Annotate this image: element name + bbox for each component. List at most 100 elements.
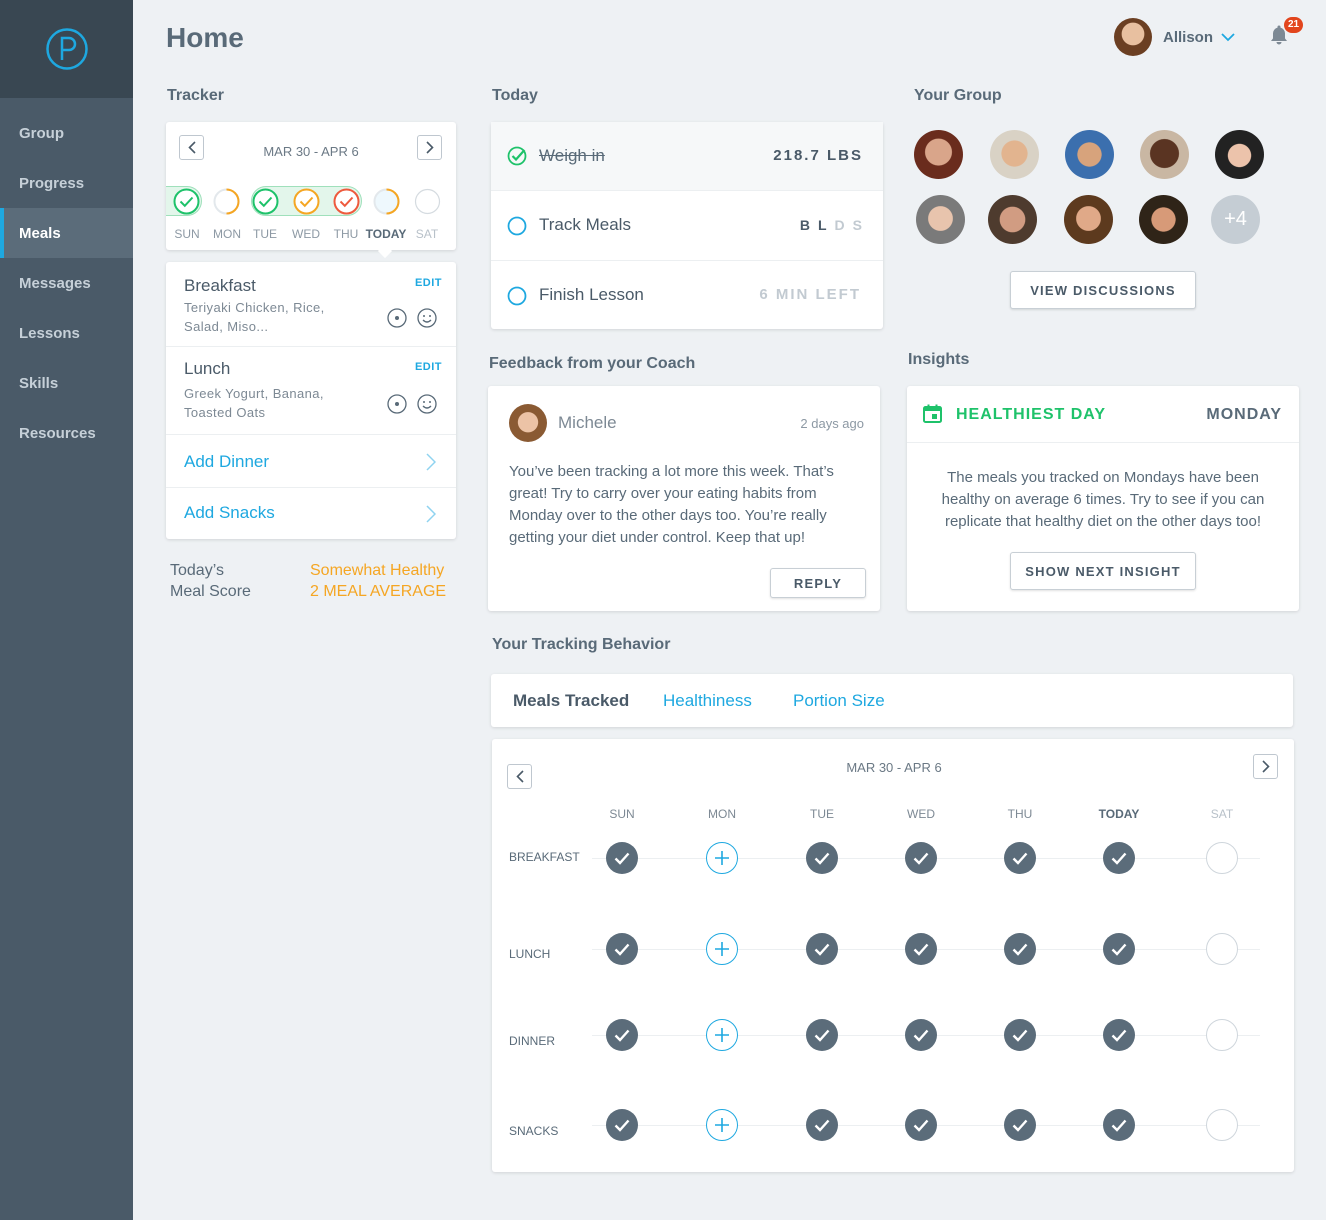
sidebar-item-progress[interactable]: Progress <box>0 158 133 208</box>
logo[interactable] <box>0 0 133 98</box>
empty-circle-icon[interactable] <box>1206 1019 1238 1051</box>
day-status-today[interactable] <box>373 188 400 215</box>
today-row-finish-lesson[interactable]: Finish Lesson 6 MIN LEFT <box>491 261 883 329</box>
calendar-icon <box>923 404 942 423</box>
tracked-check-icon[interactable] <box>1103 842 1135 874</box>
sidebar-item-meals[interactable]: Meals <box>0 208 133 258</box>
tracked-check-icon[interactable] <box>905 933 937 965</box>
coach-name: Michele <box>558 413 617 432</box>
behavior-range: MAR 30 - APR 6 <box>846 760 942 775</box>
tracked-check-icon[interactable] <box>806 933 838 965</box>
add-meal-icon[interactable] <box>706 933 738 965</box>
day-status-sun[interactable] <box>173 188 200 215</box>
empty-circle-icon[interactable] <box>1206 933 1238 965</box>
smiley-icon[interactable] <box>417 308 437 328</box>
group-member-avatar[interactable] <box>1140 130 1189 179</box>
today-label: Track Meals <box>539 215 631 234</box>
tracker-prev-button[interactable] <box>179 135 204 160</box>
sidebar-item-skills[interactable]: Skills <box>0 358 133 408</box>
tracked-check-icon[interactable] <box>806 842 838 874</box>
tracked-check-icon[interactable] <box>905 1109 937 1141</box>
tracked-check-icon[interactable] <box>905 1019 937 1051</box>
day-status-thu[interactable] <box>333 188 360 215</box>
add-dinner-row[interactable]: Add Dinner <box>166 435 456 488</box>
day-status-sat[interactable] <box>414 188 441 215</box>
edit-lunch-link[interactable]: EDIT <box>415 361 442 373</box>
tracked-check-icon[interactable] <box>1004 1109 1036 1141</box>
day-label: SAT <box>415 227 439 241</box>
tracked-check-icon[interactable] <box>1103 933 1135 965</box>
feedback-time: 2 days ago <box>800 416 864 431</box>
empty-circle-icon[interactable] <box>1206 1109 1238 1141</box>
tracked-check-icon[interactable] <box>905 842 937 874</box>
avatar <box>1114 18 1152 56</box>
day-status-wed[interactable] <box>293 188 320 215</box>
meals-card: Breakfast EDIT Teriyaki Chicken, Rice, S… <box>166 262 456 539</box>
smiley-icon[interactable] <box>417 394 437 414</box>
today-label: Weigh in <box>539 146 605 165</box>
tab-meals-tracked[interactable]: Meals Tracked <box>513 691 629 711</box>
tracker-range: MAR 30 - APR 6 <box>263 144 359 159</box>
behavior-next-button[interactable] <box>1253 754 1278 779</box>
edit-breakfast-link[interactable]: EDIT <box>415 277 442 289</box>
day-status-mon[interactable] <box>213 188 240 215</box>
meal-row-lunch[interactable]: Lunch EDIT Greek Yogurt, Banana, Toasted… <box>166 347 456 435</box>
tracked-check-icon[interactable] <box>806 1109 838 1141</box>
grid-day-label: MON <box>708 807 736 821</box>
group-member-avatar[interactable] <box>1139 195 1188 244</box>
view-discussions-button[interactable]: VIEW DISCUSSIONS <box>1010 271 1196 309</box>
user-menu[interactable]: Allison <box>1114 18 1235 56</box>
tracked-check-icon[interactable] <box>1004 933 1036 965</box>
add-meal-icon[interactable] <box>706 1019 738 1051</box>
pointer-caret <box>377 243 393 259</box>
tab-healthiness[interactable]: Healthiness <box>663 691 752 711</box>
tracked-check-icon[interactable] <box>606 933 638 965</box>
grid-day-label: SAT <box>1210 807 1234 821</box>
tracker-next-button[interactable] <box>417 135 442 160</box>
meal-score-rating: Somewhat Healthy <box>310 562 445 579</box>
group-member-avatar[interactable] <box>916 195 965 244</box>
behavior-prev-button[interactable] <box>507 764 532 789</box>
portion-icon[interactable] <box>387 394 407 414</box>
group-member-avatar[interactable] <box>1065 130 1114 179</box>
chevron-left-icon <box>515 770 524 783</box>
add-meal-icon[interactable] <box>706 1109 738 1141</box>
reply-button[interactable]: REPLY <box>770 568 866 598</box>
empty-circle-icon[interactable] <box>1206 842 1238 874</box>
group-member-avatar[interactable] <box>914 130 963 179</box>
day-status-tue[interactable] <box>252 188 279 215</box>
tracked-check-icon[interactable] <box>1004 842 1036 874</box>
behavior-tabs: Meals Tracked Healthiness Portion Size <box>491 674 1293 727</box>
grid-row-label: BREAKFAST <box>509 850 580 864</box>
tracked-check-icon[interactable] <box>1103 1109 1135 1141</box>
tracked-check-icon[interactable] <box>606 842 638 874</box>
tab-portion-size[interactable]: Portion Size <box>793 691 885 711</box>
meal-letter-d: D <box>834 217 853 233</box>
today-row-weigh-in[interactable]: Weigh in 218.7 LBS <box>491 122 883 191</box>
tracked-check-icon[interactable] <box>806 1019 838 1051</box>
add-dinner-link[interactable]: Add Dinner <box>184 452 269 472</box>
portion-icon[interactable] <box>387 308 407 328</box>
today-row-track-meals[interactable]: Track Meals BLDS <box>491 191 883 261</box>
sidebar-item-lessons[interactable]: Lessons <box>0 308 133 358</box>
group-member-avatar[interactable] <box>1064 195 1113 244</box>
chevron-right-icon <box>425 141 434 154</box>
add-snacks-row[interactable]: Add Snacks <box>166 488 456 539</box>
insight-header: HEALTHIEST DAY MONDAY <box>907 386 1299 443</box>
tracked-check-icon[interactable] <box>606 1109 638 1141</box>
tracked-check-icon[interactable] <box>606 1019 638 1051</box>
group-member-avatar[interactable] <box>1215 130 1264 179</box>
group-member-avatar[interactable] <box>990 130 1039 179</box>
sidebar-item-resources[interactable]: Resources <box>0 408 133 458</box>
sidebar-item-group[interactable]: Group <box>0 108 133 158</box>
tracked-check-icon[interactable] <box>1103 1019 1135 1051</box>
more-members-badge[interactable]: +4 <box>1211 195 1260 244</box>
meal-row-breakfast[interactable]: Breakfast EDIT Teriyaki Chicken, Rice, S… <box>166 262 456 347</box>
feedback-card: Michele 2 days ago You’ve been tracking … <box>488 386 880 611</box>
sidebar-item-messages[interactable]: Messages <box>0 258 133 308</box>
show-next-insight-button[interactable]: SHOW NEXT INSIGHT <box>1010 552 1196 590</box>
group-member-avatar[interactable] <box>988 195 1037 244</box>
add-snacks-link[interactable]: Add Snacks <box>184 503 275 523</box>
tracked-check-icon[interactable] <box>1004 1019 1036 1051</box>
add-meal-icon[interactable] <box>706 842 738 874</box>
